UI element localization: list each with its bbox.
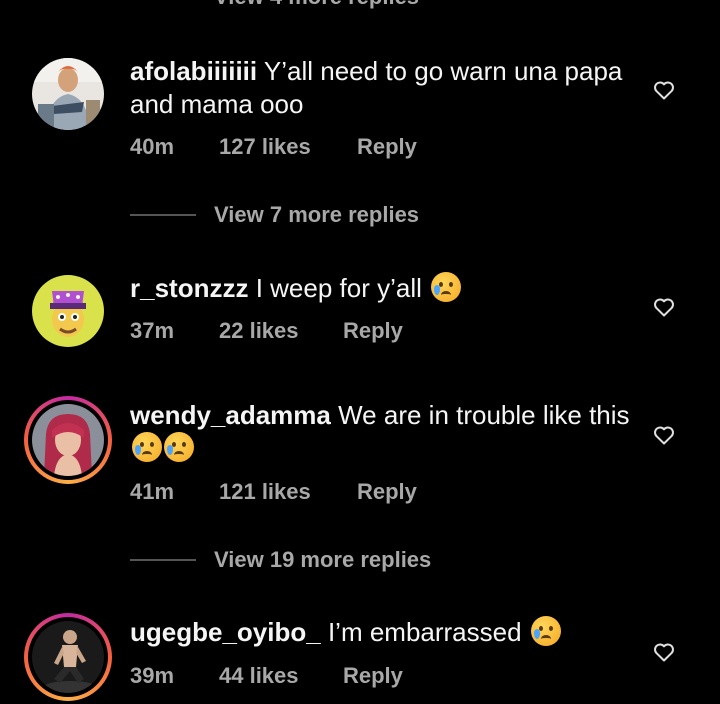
comment-likes-count[interactable]: 44 likes [219,663,343,689]
comment-text: I’m embarrassed [327,617,522,647]
view-more-replies-label: View 7 more replies [214,202,420,227]
heart-outline-icon[interactable] [652,78,676,102]
avatar[interactable] [32,275,104,347]
avatar[interactable] [32,58,104,130]
heart-outline-icon[interactable] [652,640,676,664]
comment-time: 41m [130,479,175,504]
comment-body: r_stonzzz I weep for y’all [130,272,630,305]
comment-meta: 40m 127 likes Reply [130,134,417,160]
comment-time: 39m [130,663,175,688]
comment-username[interactable]: ugegbe_oyibo_ [130,617,321,647]
divider-line [130,559,196,561]
comment-username[interactable]: wendy_adamma [130,400,331,430]
avatar-image [32,275,104,347]
avatar-story-ring[interactable] [24,396,112,484]
reply-button[interactable]: Reply [343,663,403,689]
heart-outline-icon[interactable] [652,295,676,319]
view-more-replies-label: View 19 more replies [214,547,432,572]
crying-face-emoji [530,616,561,646]
heart-outline-icon[interactable] [652,423,676,447]
avatar-image [32,404,104,476]
comment-likes-count[interactable]: 22 likes [219,318,343,344]
comment-username[interactable]: r_stonzzz [130,273,248,303]
comment-likes-count[interactable]: 127 likes [219,134,357,160]
view-more-replies[interactable]: View 7 more replies [130,200,419,230]
comment-body: ugegbe_oyibo_ I’m embarrassed [130,616,630,649]
crying-face-emoji [132,432,162,462]
divider-line [130,214,196,216]
reply-button[interactable]: Reply [343,318,403,344]
comment-body: wendy_adamma We are in trouble like this [130,399,630,465]
comment-text: We are in trouble like this [338,400,630,430]
avatar-image [32,58,104,130]
view-more-replies-label: View 4 more replies [214,0,419,10]
crying-face-emoji [431,272,462,302]
comment-time: 37m [130,318,175,343]
comment-meta: 37m 22 likes Reply [130,318,403,344]
avatar [32,404,104,476]
comment-time: 40m [130,134,175,159]
comment-meta: 39m 44 likes Reply [130,663,403,689]
reply-button[interactable]: Reply [357,134,417,160]
reply-button[interactable]: Reply [357,479,417,505]
crying-face-emoji [164,432,194,462]
comment-username[interactable]: afolabiiiiiii [130,56,257,86]
comment-meta: 41m 121 likes Reply [130,479,417,505]
avatar-image [32,621,104,693]
comment-likes-count[interactable]: 121 likes [219,479,357,505]
view-more-replies-top[interactable]: View 4 more replies [130,0,419,12]
comment-text: I weep for y’all [255,273,422,303]
comment-body: afolabiiiiiii Y’all need to go warn una … [130,55,630,121]
view-more-replies[interactable]: View 19 more replies [130,545,431,575]
avatar-story-ring[interactable] [24,613,112,701]
avatar [32,621,104,693]
